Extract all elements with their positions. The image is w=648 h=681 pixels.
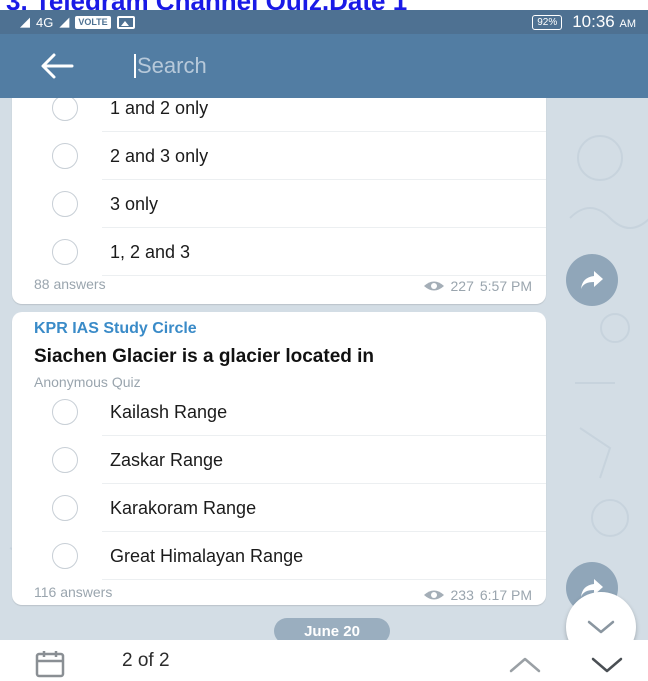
message-meta: 227 5:57 PM: [423, 278, 532, 294]
poll-option[interactable]: Karakoram Range: [12, 484, 546, 532]
eye-icon: [423, 590, 444, 600]
status-right: 92% 10:36 AM: [532, 12, 636, 32]
eye-icon: [423, 281, 444, 291]
text-caret: [134, 54, 136, 78]
calendar-icon[interactable]: [34, 650, 68, 678]
battery-indicator: 92%: [532, 14, 563, 30]
signal-icon-2: ◢: [59, 14, 70, 29]
chevron-down-icon[interactable]: [590, 654, 624, 676]
status-left: ◢ 4G ◢ VOLTE: [20, 14, 135, 30]
option-label: Karakoram Range: [110, 497, 257, 518]
message-time: 5:57 PM: [479, 278, 532, 294]
poll-option[interactable]: 3 only: [12, 180, 546, 228]
poll-option[interactable]: 2 and 3 only: [12, 132, 546, 180]
clock-time: 10:36: [572, 12, 615, 31]
poll-option[interactable]: Great Himalayan Range: [12, 532, 546, 580]
volte-badge: VOLTE: [75, 15, 111, 29]
search-input[interactable]: [137, 48, 557, 84]
signal-icon: ◢: [20, 14, 30, 29]
option-label: 3 only: [110, 193, 159, 214]
option-label: Kailash Range: [110, 401, 228, 422]
option-divider: [102, 579, 546, 580]
poll-option[interactable]: Kailash Range: [12, 388, 546, 436]
banner-text[interactable]: 3. Telegram Channel Quiz,Date 1: [6, 0, 407, 10]
radio-button[interactable]: [52, 447, 78, 473]
top-banner-link[interactable]: 3. Telegram Channel Quiz,Date 1: [0, 0, 648, 10]
app-bar: [0, 34, 648, 98]
chevron-up-icon[interactable]: [508, 654, 542, 676]
view-count: 233: [450, 587, 474, 603]
share-arrow-icon: [581, 271, 603, 289]
radio-button[interactable]: [52, 98, 78, 121]
option-label: 2 and 3 only: [110, 145, 209, 166]
poll-option[interactable]: 1, 2 and 3: [12, 228, 546, 276]
search-result-count: 2 of 2: [122, 650, 170, 671]
option-label: 1 and 2 only: [110, 98, 209, 118]
view-count: 227: [450, 278, 474, 294]
poll-option[interactable]: 1 and 2 only: [12, 98, 546, 132]
network-type: 4G: [36, 14, 54, 30]
chat-area[interactable]: 1 and 2 only 2 and 3 only 3 only 1, 2 an…: [0, 98, 648, 640]
arrow-left-icon[interactable]: [40, 52, 74, 80]
message-bubble-1: 1 and 2 only 2 and 3 only 3 only 1, 2 an…: [12, 98, 546, 304]
quiz-question: Siachen Glacier is a glacier located in: [34, 346, 375, 367]
answers-count: 88 answers: [34, 276, 106, 292]
sender-name[interactable]: KPR IAS Study Circle: [34, 320, 197, 338]
option-label: Zaskar Range: [110, 449, 224, 470]
radio-button[interactable]: [52, 191, 78, 217]
radio-button[interactable]: [52, 495, 78, 521]
message-time: 6:17 PM: [479, 587, 532, 603]
message-meta: 233 6:17 PM: [423, 587, 532, 603]
chevron-down-icon: [587, 620, 615, 634]
message-bubble-2: KPR IAS Study Circle Siachen Glacier is …: [12, 312, 546, 605]
radio-button[interactable]: [52, 143, 78, 169]
radio-button[interactable]: [52, 543, 78, 569]
status-bar: ◢ 4G ◢ VOLTE 92% 10:36 AM: [0, 10, 648, 34]
share-button[interactable]: [566, 254, 618, 306]
search-results-bar: 2 of 2: [0, 640, 648, 681]
clock: 10:36 AM: [572, 12, 636, 32]
image-notification-icon: [116, 15, 135, 29]
option-label: 1, 2 and 3: [110, 241, 191, 262]
option-divider: [102, 275, 546, 276]
answers-count: 116 answers: [34, 584, 113, 600]
radio-button[interactable]: [52, 399, 78, 425]
radio-button[interactable]: [52, 239, 78, 265]
poll-option[interactable]: Zaskar Range: [12, 436, 546, 484]
clock-ampm: AM: [619, 18, 637, 30]
search-wrap: [134, 48, 557, 84]
option-label: Great Himalayan Range: [110, 545, 304, 566]
date-separator: June 20: [274, 618, 390, 640]
